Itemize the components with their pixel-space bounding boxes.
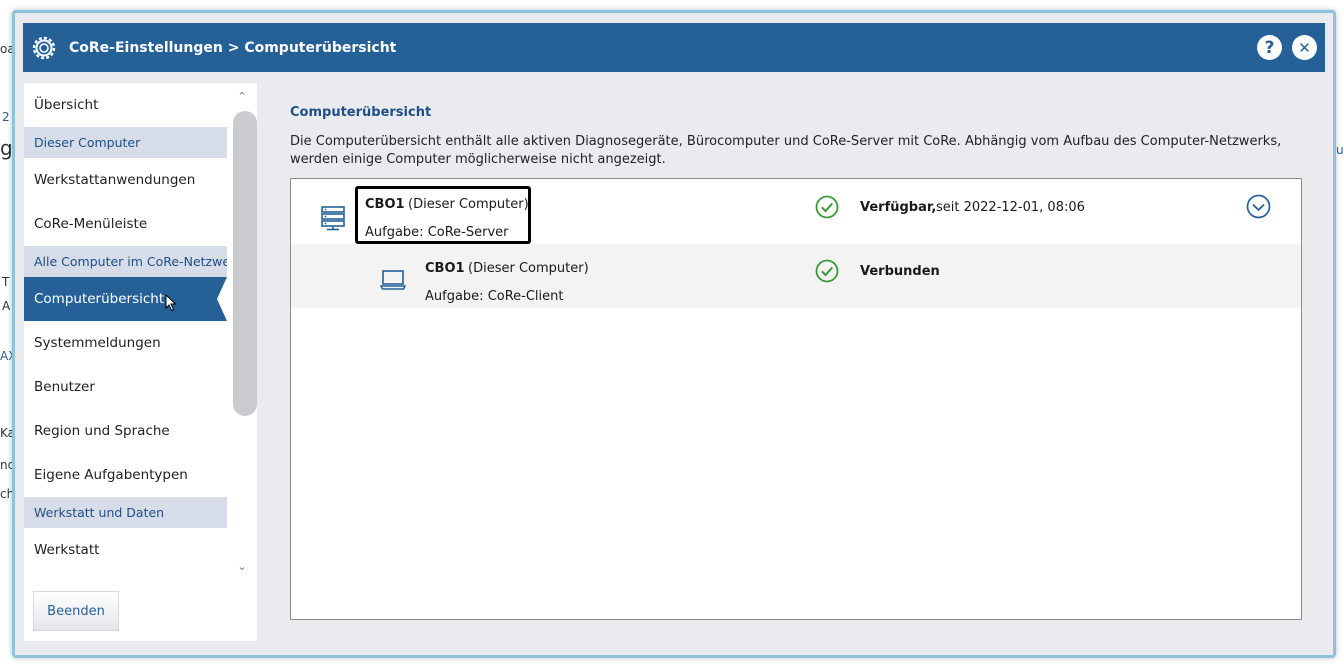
scroll-down-icon[interactable]: ⌄ (229, 555, 255, 577)
gear-icon (32, 36, 56, 59)
laptop-icon (380, 270, 406, 290)
check-circle-icon (815, 259, 839, 283)
sidebar-section-alle-computer: Alle Computer im CoRe-Netzwerk (24, 246, 227, 277)
main-content: Computerübersicht Die Computerübersicht … (268, 83, 1326, 641)
computer-row[interactable]: CBO1 (Dieser Computer) Aufgabe: CoRe-Ser… (291, 179, 1301, 244)
computer-suffix: (Dieser Computer) (408, 197, 529, 212)
status-label: Verbunden (860, 264, 940, 279)
sidebar-item-systemmeldungen[interactable]: Systemmeldungen (24, 321, 227, 365)
sidebar-item-label: Computerübersicht (34, 291, 165, 307)
scrollbar-thumb[interactable] (233, 111, 257, 416)
scroll-up-icon[interactable]: ⌃ (229, 85, 255, 107)
sidebar-section-werkstatt-daten: Werkstatt und Daten (24, 497, 227, 528)
sidebar-item-eigene-aufgabentypen[interactable]: Eigene Aufgabentypen (24, 453, 227, 497)
mouse-cursor-icon (165, 294, 177, 312)
exit-button[interactable]: Beenden (33, 591, 119, 631)
sidebar-item-benutzer[interactable]: Benutzer (24, 365, 227, 409)
sidebar-scrollbar[interactable]: ⌃ ⌄ (229, 83, 257, 579)
server-icon (321, 206, 345, 231)
computer-role: Aufgabe: CoRe-Server (365, 225, 509, 240)
background-fragment: T (2, 275, 10, 289)
computer-list: CBO1 (Dieser Computer) Aufgabe: CoRe-Ser… (290, 178, 1302, 620)
computer-suffix: (Dieser Computer) (468, 261, 589, 276)
dialog-title: CoRe-Einstellungen > Computerübersicht (69, 39, 397, 56)
status-label: Verfügbar, (860, 200, 937, 215)
status-detail: seit 2022-12-01, 08:06 (936, 200, 1085, 215)
help-button[interactable]: ? (1257, 35, 1282, 60)
close-button[interactable]: ✕ (1292, 35, 1317, 60)
check-circle-icon (815, 195, 839, 219)
sidebar-item-uebersicht[interactable]: Übersicht (24, 83, 227, 127)
page-title: Computerübersicht (290, 105, 432, 120)
sidebar-item-werkstatt[interactable]: Werkstatt (24, 528, 227, 572)
chevron-down-icon[interactable] (1246, 194, 1271, 219)
computer-name: CBO1 (365, 197, 405, 212)
sidebar-item-core-menueleiste[interactable]: CoRe-Menüleiste (24, 202, 227, 246)
computer-name: CBO1 (425, 261, 465, 276)
sidebar-section-dieser-computer: Dieser Computer (24, 127, 227, 158)
dialog-titlebar: CoRe-Einstellungen > Computerübersicht ?… (23, 23, 1325, 72)
computer-role: Aufgabe: CoRe-Client (425, 289, 564, 304)
page-description: Die Computerübersicht enthält alle aktiv… (290, 134, 1282, 167)
background-fragment: u (1336, 143, 1344, 157)
sidebar-nav: Übersicht Dieser Computer Werkstattanwen… (24, 83, 227, 579)
background-fragment: 2 (2, 110, 10, 124)
background-fragment: g (0, 136, 13, 160)
settings-dialog: CoRe-Einstellungen > Computerübersicht ?… (12, 10, 1336, 658)
computer-row[interactable]: CBO1 (Dieser Computer) Aufgabe: CoRe-Cli… (291, 244, 1301, 308)
sidebar-item-region-sprache[interactable]: Region und Sprache (24, 409, 227, 453)
sidebar-item-werkstattanwendungen[interactable]: Werkstattanwendungen (24, 158, 227, 202)
sidebar: Übersicht Dieser Computer Werkstattanwen… (24, 83, 257, 641)
sidebar-item-computeruebersicht[interactable]: Computerübersicht (24, 277, 227, 321)
background-fragment: A (2, 299, 11, 313)
